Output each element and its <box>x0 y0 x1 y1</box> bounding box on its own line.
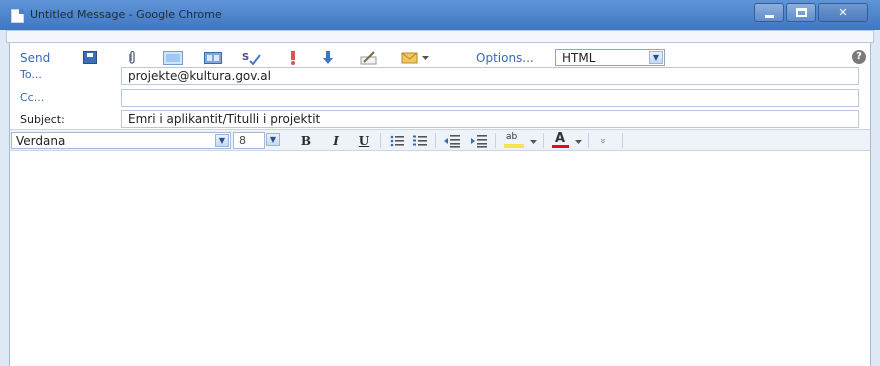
highlight-button[interactable]: ab <box>504 132 526 149</box>
highlight-swatch <box>504 144 524 148</box>
italic-button[interactable]: I <box>329 133 343 149</box>
chevron-down-icon[interactable] <box>530 140 537 145</box>
underline-button[interactable]: U <box>357 133 371 149</box>
compose-toolbar: Send S Options... HTML ▼ ? <box>10 45 870 69</box>
window-title: Untitled Message - Google Chrome <box>30 8 222 21</box>
maximize-button[interactable] <box>786 3 816 22</box>
help-icon[interactable]: ? <box>852 50 866 64</box>
bullet-list-icon[interactable] <box>390 134 404 148</box>
close-button[interactable]: ✕ <box>818 3 868 22</box>
page-icon <box>11 9 24 23</box>
subject-label: Subject: <box>20 113 65 126</box>
chevron-down-icon[interactable]: ▼ <box>649 51 663 64</box>
message-body[interactable] <box>10 152 870 366</box>
spell-check-icon[interactable]: S <box>242 50 262 66</box>
to-button[interactable]: To... <box>20 68 42 81</box>
minimize-icon <box>765 15 774 18</box>
address-book-icon[interactable] <box>204 51 222 65</box>
to-field[interactable]: projekte@kultura.gov.al <box>121 67 859 85</box>
minimize-button[interactable] <box>754 3 784 22</box>
send-button[interactable]: Send <box>20 51 50 65</box>
insert-icon[interactable] <box>401 50 419 66</box>
cc-button[interactable]: Cc... <box>20 91 44 104</box>
size-value: 8 <box>239 134 246 147</box>
toolbar-divider <box>622 133 623 148</box>
maximize-icon <box>796 8 807 17</box>
more-options-button[interactable]: » <box>594 135 610 147</box>
toolbar-divider <box>588 133 589 148</box>
save-icon[interactable] <box>83 51 97 64</box>
format-select[interactable]: HTML ▼ <box>555 49 665 66</box>
font-select[interactable]: Verdana ▼ <box>11 132 231 149</box>
toolbar-divider <box>435 133 436 148</box>
compose-panel: Send S Options... HTML ▼ ? To... projekt… <box>9 43 871 366</box>
increase-indent-icon[interactable] <box>471 134 487 148</box>
title-bar[interactable]: Untitled Message - Google Chrome ✕ <box>0 0 880 30</box>
insert-image-icon[interactable] <box>163 51 183 65</box>
format-value: HTML <box>562 51 596 65</box>
font-color-label: A <box>555 131 566 146</box>
font-color-swatch <box>552 145 569 148</box>
chevron-down-icon[interactable]: ▼ <box>215 134 229 147</box>
font-value: Verdana <box>16 134 66 148</box>
font-color-button[interactable]: A <box>552 131 570 149</box>
chevron-down-icon[interactable] <box>575 140 582 145</box>
toolbar-divider <box>380 133 381 148</box>
address-bar[interactable] <box>6 30 874 43</box>
chevron-down-icon[interactable] <box>422 56 429 61</box>
options-button[interactable]: Options... <box>476 51 534 65</box>
browser-window: Untitled Message - Google Chrome ✕ Send <box>0 0 880 366</box>
svg-text:S: S <box>242 52 249 63</box>
importance-low-icon[interactable] <box>323 50 333 66</box>
importance-high-icon[interactable] <box>289 50 297 66</box>
toolbar-divider <box>495 133 496 148</box>
bold-button[interactable]: B <box>299 133 313 149</box>
size-select[interactable]: 8 <box>233 132 265 149</box>
subject-field[interactable]: Emri i aplikantit/Titulli i projektit <box>121 110 859 128</box>
toolbar-divider <box>543 133 544 148</box>
highlight-label: ab <box>506 132 518 142</box>
decrease-indent-icon[interactable] <box>444 134 460 148</box>
cc-field[interactable] <box>121 89 859 107</box>
formatting-toolbar: Verdana ▼ 8 ▼ B I U ab A » <box>10 129 870 151</box>
numbered-list-icon[interactable] <box>413 134 427 148</box>
signature-icon[interactable] <box>360 50 378 66</box>
attach-icon[interactable] <box>127 51 137 65</box>
chevron-down-icon[interactable]: ▼ <box>266 133 280 146</box>
close-icon: ✕ <box>838 6 848 19</box>
